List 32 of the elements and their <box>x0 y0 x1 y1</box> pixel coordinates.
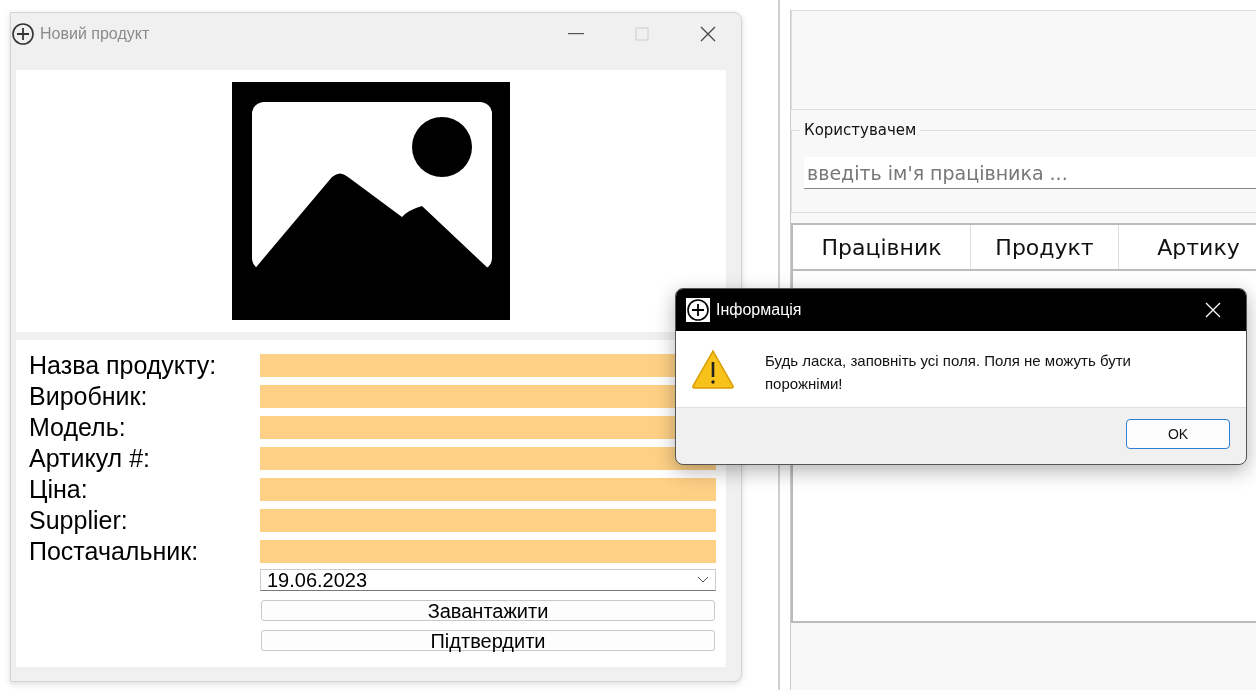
dialog-title: Інформація <box>716 301 803 319</box>
field-label: Виробник: <box>29 384 149 409</box>
field-label: Supplier: <box>29 508 129 533</box>
field-label: Модель: <box>29 415 127 440</box>
add-icon <box>11 22 35 46</box>
column-header[interactable]: Продукт <box>971 225 1119 269</box>
input-field[interactable] <box>260 540 716 563</box>
column-header[interactable]: Працівник <box>793 225 971 269</box>
input-field[interactable] <box>260 447 716 470</box>
field-label: Ціна: <box>29 477 89 502</box>
ok-button[interactable]: OK <box>1126 419 1230 449</box>
action-button[interactable]: Підтвердити <box>261 630 715 651</box>
input-field[interactable] <box>260 478 716 501</box>
field-label: Артикул #: <box>29 446 151 471</box>
warning-icon <box>691 349 735 389</box>
field-label: Постачальник: <box>29 539 200 564</box>
action-button[interactable]: Завантажити <box>261 600 715 621</box>
dialog-message: Будь ласка, заповніть усі поля. Поля не можуть бути порожніми! <box>765 351 1132 394</box>
close-icon <box>1205 302 1221 318</box>
minimize-icon <box>568 33 584 35</box>
column-header[interactable]: Артику <box>1119 225 1256 269</box>
maximize-icon <box>635 27 649 41</box>
close-icon <box>700 26 716 42</box>
window-title: Новий продукт <box>40 25 151 43</box>
group-title: Користувачем <box>800 121 921 139</box>
add-icon <box>686 298 710 322</box>
date-dropdown[interactable]: 19.06.2023 <box>260 569 716 591</box>
chevron-down-icon <box>697 576 709 584</box>
search-field[interactable]: введіть ім'я працівника ... <box>804 157 1256 189</box>
field-label: Назва продукту: <box>29 353 218 378</box>
input-field[interactable] <box>260 509 716 532</box>
image-placeholder-icon <box>232 82 510 320</box>
